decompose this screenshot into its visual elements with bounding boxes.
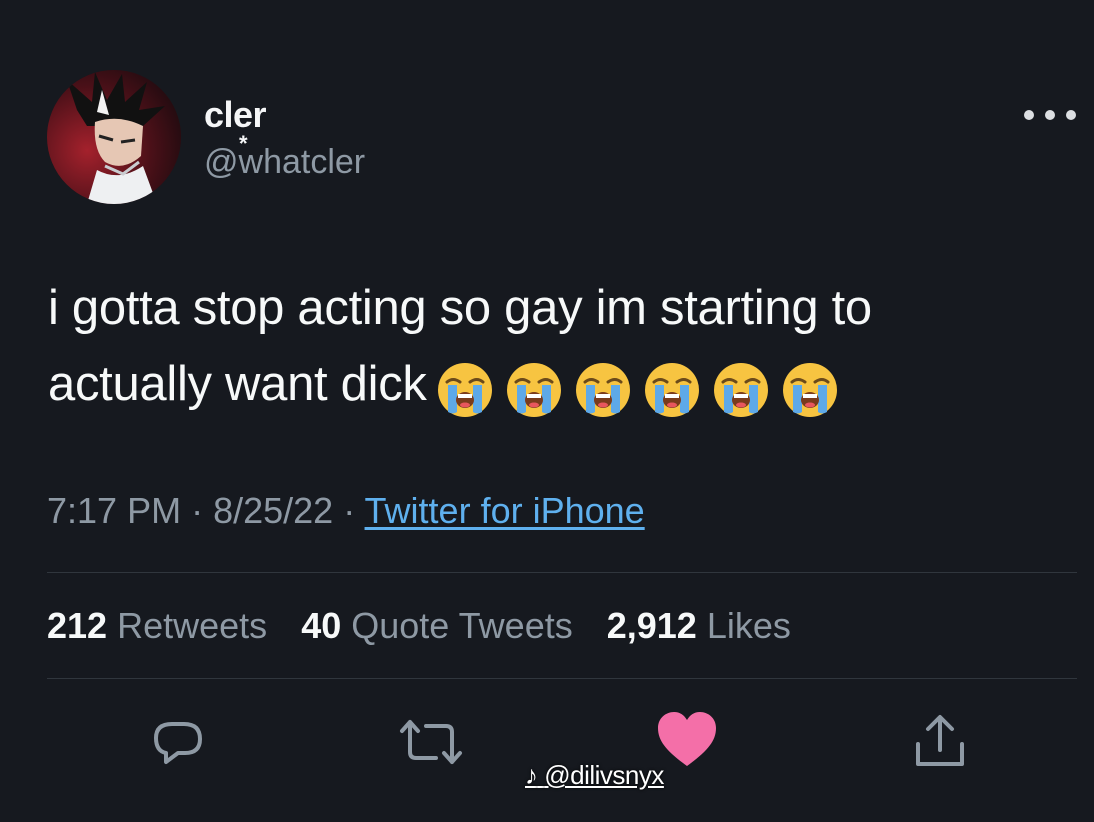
tweet-meta: 7:17 PM · 8/25/22 · Twitter for iPhone bbox=[47, 490, 645, 532]
watermark-handle: @dilivsnyx bbox=[544, 760, 664, 790]
dot-icon bbox=[1066, 110, 1076, 120]
speech-bubble-icon bbox=[154, 722, 202, 764]
tweet-time[interactable]: 7:17 PM bbox=[47, 490, 181, 531]
quotes-label: Quote Tweets bbox=[351, 605, 573, 646]
quotes-count: 40 bbox=[301, 605, 342, 646]
more-options-button[interactable] bbox=[1024, 100, 1076, 130]
tiktok-logo-icon: ♪ bbox=[525, 760, 538, 790]
tweet-date[interactable]: 8/25/22 bbox=[213, 490, 333, 531]
dot-icon bbox=[1045, 110, 1055, 120]
likes-count: 2,912 bbox=[606, 605, 697, 646]
retweet-arrows-icon bbox=[400, 720, 462, 764]
tiktok-watermark: ♪ @dilivsnyx bbox=[525, 760, 664, 791]
meta-separator: · bbox=[181, 490, 214, 531]
quote-tweets-stat[interactable]: 40 Quote Tweets bbox=[301, 605, 573, 646]
retweets-label: Retweets bbox=[117, 605, 268, 646]
tweet-stats: 212 Retweets 40 Quote Tweets 2,912 Likes bbox=[47, 605, 815, 647]
avatar[interactable] bbox=[47, 70, 181, 204]
loudly-crying-face-icon bbox=[644, 363, 699, 418]
reply-button[interactable] bbox=[148, 712, 208, 772]
loudly-crying-face-icon bbox=[575, 363, 630, 418]
tweet-text-line-1: i gotta stop acting so gay im starting t… bbox=[48, 281, 872, 335]
loudly-crying-face-icon bbox=[713, 363, 768, 418]
retweets-stat[interactable]: 212 Retweets bbox=[47, 605, 267, 646]
likes-label: Likes bbox=[706, 605, 791, 646]
tweet-text-line-2-words: actually want dick bbox=[48, 357, 427, 411]
likes-stat[interactable]: 2,912 Likes bbox=[607, 605, 791, 646]
meta-separator: · bbox=[333, 490, 365, 531]
dot-icon bbox=[1024, 110, 1034, 120]
share-upload-icon bbox=[916, 715, 964, 766]
emoji-row bbox=[435, 349, 849, 425]
tweet-source-link[interactable]: Twitter for iPhone bbox=[365, 490, 645, 531]
loudly-crying-face-icon bbox=[437, 363, 492, 418]
share-button[interactable] bbox=[910, 712, 970, 772]
divider bbox=[47, 572, 1077, 573]
tweet-text-line-2: actually want dick bbox=[48, 346, 1048, 425]
display-name[interactable]: cler bbox=[204, 94, 267, 136]
tweet-page: cler * @whatcler i gotta stop acting so … bbox=[0, 0, 1094, 822]
loudly-crying-face-icon bbox=[506, 363, 561, 418]
heart-icon bbox=[658, 712, 716, 766]
avatar-image bbox=[47, 70, 181, 204]
tweet-text: i gotta stop acting so gay im starting t… bbox=[48, 270, 1048, 425]
user-handle[interactable]: @whatcler bbox=[204, 143, 365, 182]
retweets-count: 212 bbox=[47, 605, 108, 646]
loudly-crying-face-icon bbox=[782, 363, 837, 418]
like-button[interactable] bbox=[656, 710, 716, 770]
retweet-button[interactable] bbox=[398, 712, 462, 772]
divider bbox=[47, 678, 1077, 679]
